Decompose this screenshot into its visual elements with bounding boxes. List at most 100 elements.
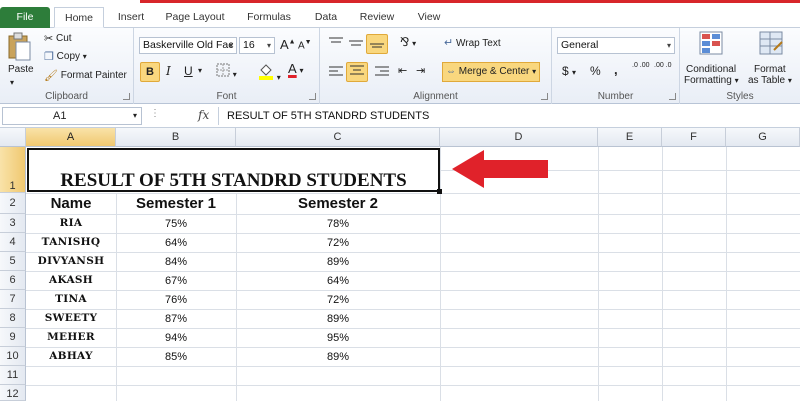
name-box[interactable]: A1 ▾ [2, 107, 142, 125]
bold-button[interactable]: B [140, 62, 160, 82]
fill-color-button[interactable]: ▾ [258, 62, 281, 83]
cell-semester-1[interactable]: 87% [116, 313, 236, 325]
cell-semester-2[interactable]: 72% [236, 294, 440, 306]
as-table-label[interactable]: as Table ▾ [748, 75, 792, 86]
font-launcher-icon[interactable] [309, 93, 316, 100]
currency-button[interactable]: $ ▾ [562, 64, 576, 78]
font-size-select[interactable]: 16 ▾ [239, 37, 275, 54]
header-semester-2[interactable]: Semester 2 [236, 195, 440, 212]
number-format-select[interactable]: General ▾ [557, 37, 675, 54]
cell-semester-1[interactable]: 67% [116, 275, 236, 287]
clipboard-launcher-icon[interactable] [123, 93, 130, 100]
shrink-font-button[interactable]: A▼ [298, 39, 312, 51]
number-launcher-icon[interactable] [669, 93, 676, 100]
cell-semester-1[interactable]: 75% [116, 218, 236, 230]
tab-review[interactable]: Review [354, 7, 400, 28]
row-header-7[interactable]: 7 [0, 290, 26, 309]
tab-page-layout[interactable]: Page Layout [160, 7, 230, 28]
increase-indent-button[interactable]: ⇥ [416, 64, 425, 77]
align-bottom-button[interactable] [366, 34, 388, 54]
conditional-formatting-button[interactable] [698, 30, 724, 59]
tab-data[interactable]: Data [308, 7, 344, 28]
format-painter-button[interactable]: 🖌 Format Painter [44, 69, 127, 82]
underline-button[interactable]: U [184, 64, 193, 78]
row-header-12[interactable]: 12 [0, 385, 26, 401]
row-header-11[interactable]: 11 [0, 366, 26, 385]
borders-button[interactable]: ▾ [216, 63, 237, 80]
column-header-c[interactable]: C [236, 128, 440, 147]
cell-name[interactable]: ABHAY [26, 350, 116, 362]
cell-name[interactable]: SWEETY [26, 312, 116, 324]
cell-semester-2[interactable]: 72% [236, 237, 440, 249]
cell-semester-1[interactable]: 94% [116, 332, 236, 344]
decrease-indent-button[interactable]: ⇤ [398, 64, 407, 77]
orientation-button[interactable]: ⅋ ▾ [400, 35, 416, 49]
format-as-table-button[interactable] [758, 30, 784, 59]
tab-home[interactable]: Home [54, 7, 104, 28]
cell-semester-2[interactable]: 64% [236, 275, 440, 287]
row-header-8[interactable]: 8 [0, 309, 26, 328]
comma-button[interactable]: , [614, 62, 618, 77]
percent-button[interactable]: % [590, 64, 601, 78]
formatting-label[interactable]: Formatting ▾ [684, 75, 739, 86]
cell-name[interactable]: DIVYANSH [26, 255, 116, 267]
row-header-10[interactable]: 10 [0, 347, 26, 366]
paste-label[interactable]: Paste [8, 64, 34, 75]
tab-formulas[interactable]: Formulas [240, 7, 298, 28]
italic-button[interactable]: I [166, 64, 171, 78]
cell-semester-1[interactable]: 85% [116, 351, 236, 363]
cell-semester-2[interactable]: 89% [236, 256, 440, 268]
cell-name[interactable]: AKASH [26, 274, 116, 286]
grow-font-button[interactable]: A▲ [280, 37, 296, 52]
column-header-g[interactable]: G [726, 128, 800, 147]
wrap-text-button[interactable]: ↵ Wrap Text [444, 36, 501, 49]
header-semester-1[interactable]: Semester 1 [116, 195, 236, 212]
merge-center-button[interactable]: ⇔ Merge & Center ▾ [442, 62, 541, 82]
row-header-5[interactable]: 5 [0, 252, 26, 271]
align-right-button[interactable] [374, 64, 390, 81]
formula-input[interactable]: RESULT OF 5TH STANDRD STUDENTS [218, 107, 798, 125]
cell-name[interactable]: RIA [26, 217, 116, 229]
row-header-3[interactable]: 3 [0, 214, 26, 233]
insert-function-icon[interactable]: fx [198, 108, 209, 122]
cell-name[interactable]: TANISHQ [26, 236, 116, 248]
column-header-b[interactable]: B [116, 128, 236, 147]
merged-title-cell[interactable]: RESULT OF 5TH STANDRD STUDENTS [27, 148, 440, 192]
row-header-1[interactable]: 1 [0, 147, 26, 193]
column-header-e[interactable]: E [598, 128, 662, 147]
paste-button[interactable] [6, 32, 32, 65]
align-top-button[interactable] [328, 36, 344, 53]
font-color-button[interactable]: A ▾ [288, 61, 303, 76]
decrease-decimal-button[interactable]: .00 .0 [654, 62, 672, 70]
row-header-9[interactable]: 9 [0, 328, 26, 347]
cell-name[interactable]: TINA [26, 293, 116, 305]
column-header-f[interactable]: F [662, 128, 726, 147]
header-name[interactable]: Name [26, 195, 116, 212]
row-header-6[interactable]: 6 [0, 271, 26, 290]
paste-dropdown-icon[interactable]: ▾ [10, 78, 14, 87]
conditional-label[interactable]: Conditional [686, 64, 736, 75]
increase-decimal-button[interactable]: .0 .00 [632, 62, 650, 70]
tab-view[interactable]: View [410, 7, 448, 28]
underline-dropdown-icon[interactable]: ▾ [198, 66, 202, 75]
cell-semester-1[interactable]: 84% [116, 256, 236, 268]
align-left-button[interactable] [328, 64, 344, 81]
column-header-a[interactable]: A [26, 128, 116, 147]
cell-semester-1[interactable]: 64% [116, 237, 236, 249]
cell-name[interactable]: MEHER [26, 331, 116, 343]
cell-semester-2[interactable]: 89% [236, 313, 440, 325]
align-middle-button[interactable] [348, 36, 364, 53]
cut-button[interactable]: ✂ Cut [44, 32, 72, 45]
copy-button[interactable]: ❐ Copy ▾ [44, 50, 87, 63]
row-header-4[interactable]: 4 [0, 233, 26, 252]
format-label[interactable]: Format [754, 64, 786, 75]
cell-semester-2[interactable]: 95% [236, 332, 440, 344]
column-header-d[interactable]: D [440, 128, 598, 147]
cell-semester-1[interactable]: 76% [116, 294, 236, 306]
tab-file[interactable]: File [0, 7, 50, 28]
fill-handle[interactable] [437, 189, 442, 194]
cell-semester-2[interactable]: 89% [236, 351, 440, 363]
font-name-select[interactable]: Baskerville Old Fac ▾ [139, 37, 237, 54]
tab-insert[interactable]: Insert [112, 7, 150, 28]
align-center-button[interactable] [346, 62, 368, 82]
